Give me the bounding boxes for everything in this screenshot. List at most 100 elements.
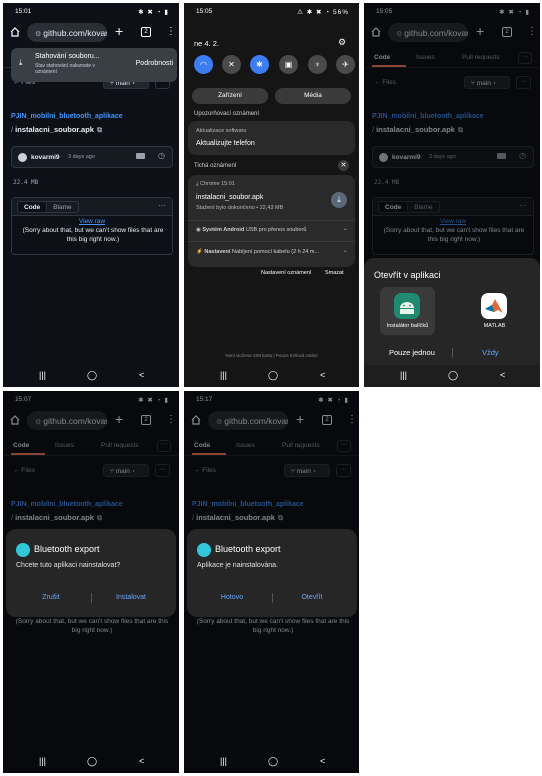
url-bar[interactable]: ⚙ github.com/kovar <box>27 23 107 42</box>
android-package-installer-icon <box>394 293 420 319</box>
view-raw-link[interactable]: View raw <box>12 218 172 225</box>
clear-button[interactable]: Smazat <box>325 270 344 276</box>
status-icons: ⚠ ✱ ✖ ◔ 56% <box>297 9 349 16</box>
quick-settings-row: ◠ ✕ ✱ ▣ ♆ ✈ <box>192 55 355 77</box>
file-viewer: Code Blame ··· View raw (Sorry about that… <box>11 197 173 255</box>
update-app-name: Aktualizace softwaru <box>196 128 247 134</box>
back-button[interactable]: < <box>139 756 144 766</box>
download-toast: ⤓ Stahování souboru... Stav stahování na… <box>11 48 177 82</box>
media-button[interactable]: Média <box>275 88 351 104</box>
system-android-notification[interactable]: ◉ Systém Android USB pro přenos souborů <box>196 227 306 233</box>
divider <box>452 348 453 358</box>
cancel-button[interactable]: Zrušit <box>11 594 91 601</box>
chrome-app-name: Chrome <box>199 181 220 187</box>
browser-menu-icon[interactable]: ⋮ <box>166 26 176 37</box>
bluetooth-toggle-icon[interactable]: ✱ <box>250 55 269 74</box>
home-button[interactable]: ◯ <box>87 370 97 381</box>
notification-settings-button[interactable]: Nastavení oznámení <box>261 270 311 276</box>
code-view-button[interactable]: Code <box>18 202 48 212</box>
screen-notification-shade: 15:05 ⚠ ✱ ✖ ◔ 56% ne 4. 2. ⚙ ◠ ✕ ✱ ▣ ♆ ✈… <box>184 3 359 387</box>
sheet-title: Otevřít v aplikaci <box>374 270 441 280</box>
back-button[interactable]: < <box>500 370 505 380</box>
software-update-notification[interactable]: Aktualizace softwaru Aktualizujte telefo… <box>188 121 355 155</box>
home-button[interactable]: ◯ <box>268 756 278 767</box>
commit-message-icon[interactable] <box>136 153 145 159</box>
blame-view-button[interactable]: Blame <box>47 202 77 212</box>
history-icon[interactable]: ◷ <box>158 151 165 160</box>
back-button[interactable]: < <box>320 756 325 766</box>
back-button[interactable]: < <box>139 370 144 380</box>
recents-button[interactable]: ||| <box>220 370 227 380</box>
recents-button[interactable]: ||| <box>39 756 46 766</box>
browser-toolbar: ⚙ github.com/kovar + 2 ⋮ <box>3 21 179 45</box>
screen-download-started: 15:01 ✱ ✖ ◔ ▮ ⚙github.com/kovar + 2 ⋮ Co… <box>3 3 179 387</box>
download-done-icon[interactable]: ⤓ <box>331 192 347 208</box>
sound-toggle-icon[interactable]: ✕ <box>222 55 241 74</box>
new-tab-button[interactable]: + <box>115 23 123 39</box>
installed-dialog: Bluetooth export Aplikace je nainstalová… <box>187 529 357 617</box>
tab-switcher-button[interactable]: 2 <box>141 27 151 37</box>
recents-button[interactable]: ||| <box>220 756 227 766</box>
charging-notification[interactable]: ⚡ Nastavení Nabíjení pomocí kabelu (2 h … <box>196 249 319 255</box>
just-once-button[interactable]: Pouze jednou <box>389 348 435 357</box>
done-button[interactable]: Hotovo <box>192 594 272 601</box>
home-button[interactable]: ◯ <box>448 370 458 381</box>
home-icon[interactable] <box>10 27 20 37</box>
chrome-app-line: ⤓ Chrome 15:01 <box>196 181 235 187</box>
expand-icon[interactable]: ⌄ <box>343 248 348 254</box>
install-button[interactable]: Instalovat <box>91 594 171 601</box>
recents-button[interactable]: ||| <box>400 370 407 380</box>
back-button[interactable]: < <box>320 370 325 380</box>
toast-subtitle: Stav stahování naleznete v oznámení <box>35 63 96 75</box>
no-sim-text: Není vložena SIM karta | Pouze tísňová v… <box>225 353 318 358</box>
system-nav-bar: ||| ◯ < <box>3 365 179 387</box>
toast-details-button[interactable]: Podrobnosti <box>136 60 173 67</box>
copy-path-icon[interactable]: ⧉ <box>97 127 102 134</box>
site-settings-icon[interactable]: ⚙ <box>35 31 41 38</box>
home-button[interactable]: ◯ <box>268 370 278 381</box>
silent-notifications: ⤓ Chrome 15:01 instalacni_soubor.apk Sta… <box>188 175 355 267</box>
too-big-message: (Sorry about that, but we can't show fil… <box>22 227 164 243</box>
battery-level: 56% <box>332 9 349 16</box>
status-bar: 15:01 ✱ ✖ ◔ ▮ <box>3 3 179 19</box>
recents-button[interactable]: ||| <box>39 370 46 380</box>
airplane-mode-toggle-icon[interactable]: ✈ <box>336 55 355 74</box>
toast-title: Stahování souboru... <box>35 53 100 60</box>
dialog-message: Aplikace je nainstalována. <box>197 562 278 569</box>
always-button[interactable]: Vždy <box>482 348 499 357</box>
rotation-lock-toggle-icon[interactable]: ▣ <box>279 55 298 74</box>
avatar[interactable] <box>18 153 27 162</box>
wifi-toggle-icon[interactable]: ◠ <box>194 55 213 74</box>
dismiss-icon[interactable]: ✕ <box>338 160 349 171</box>
viewer-more-button[interactable]: ··· <box>158 201 166 210</box>
chrome-download-notification[interactable]: ⤓ Chrome 15:01 instalacni_soubor.apk Sta… <box>188 175 355 217</box>
download-status: Stažení bylo dokončeno • 22,43 MB <box>196 205 284 211</box>
settings-gear-icon[interactable]: ⚙ <box>338 37 346 48</box>
status-time: 15:01 <box>15 8 32 15</box>
repo-link[interactable]: PJIN_mobilni_bluetooth_aplikace <box>11 113 123 120</box>
system-nav-bar: ||| ◯ < <box>364 365 540 387</box>
shade-date: ne 4. 2. <box>194 39 220 48</box>
silent-section-label: Tichá oznámení <box>194 163 237 169</box>
dialog-message: Chcete tuto aplikaci nainstalovat? <box>16 562 121 569</box>
latest-commit: kovarmi9 3 days ago ◷ <box>11 146 173 168</box>
download-file-name: instalacni_soubor.apk <box>196 194 264 201</box>
file-size: 22.4 MB <box>13 179 39 186</box>
flashlight-toggle-icon[interactable]: ♆ <box>308 55 327 74</box>
app-label: MATLAB <box>483 323 506 329</box>
system-nav-bar: ||| ◯ < <box>184 365 359 387</box>
app-option-package-installer[interactable]: Instalátor balíčků <box>380 287 435 335</box>
status-icons: ✱ ✖ ◔ ▮ <box>138 9 169 16</box>
expand-icon[interactable]: ⌄ <box>343 226 348 232</box>
commit-author[interactable]: kovarmi9 <box>31 154 60 161</box>
system-nav-bar: ||| ◯ < <box>3 751 179 773</box>
system-text: USB pro přenos souborů <box>245 227 307 233</box>
url-text: github.com/kovar <box>43 28 107 38</box>
open-button[interactable]: Otevřít <box>272 594 352 601</box>
bluetooth-export-app-icon <box>16 543 30 557</box>
devices-button[interactable]: Zařízení <box>192 88 268 104</box>
home-button[interactable]: ◯ <box>87 756 97 767</box>
app-option-matlab[interactable]: MATLAB <box>467 287 522 335</box>
chrome-time: 15:01 <box>221 181 235 187</box>
open-with-sheet: Otevřít v aplikaci Instalátor balíčků MA… <box>364 258 540 365</box>
